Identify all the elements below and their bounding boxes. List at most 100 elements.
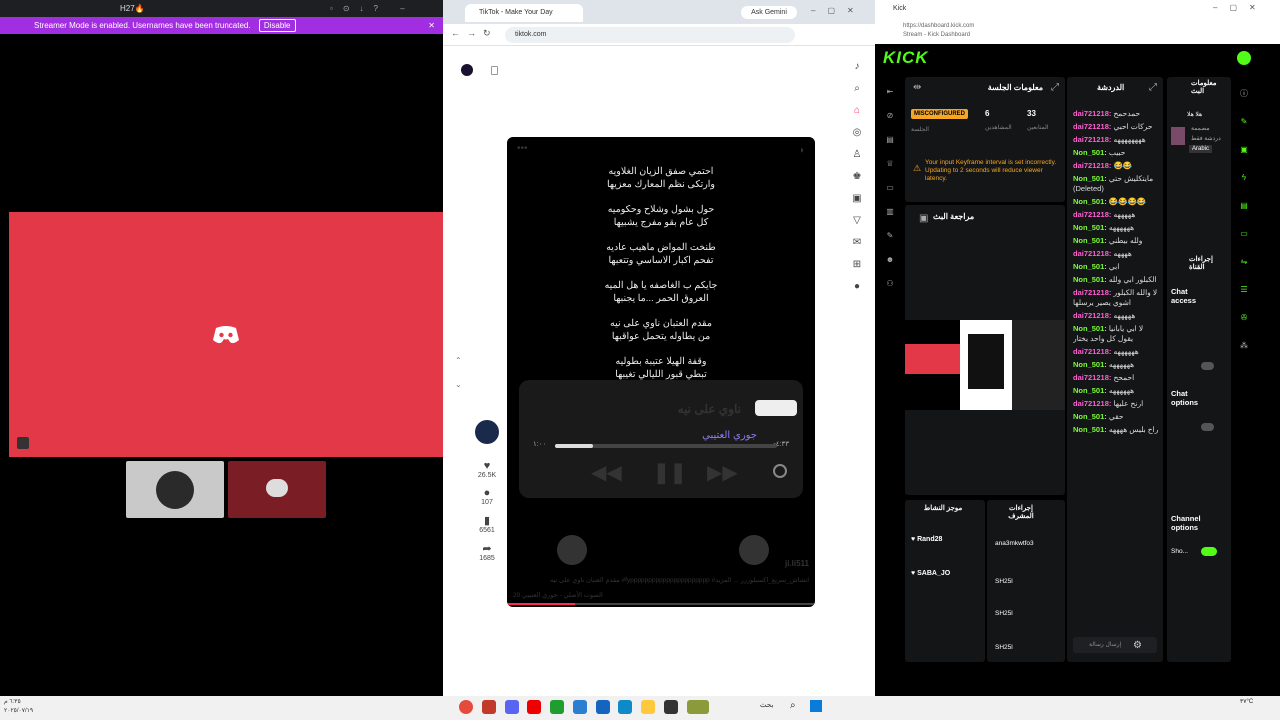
plugin-icon[interactable]: ⁂ (1237, 332, 1251, 360)
folder-icon[interactable] (641, 700, 656, 714)
screen-share-video[interactable] (9, 212, 443, 457)
doc-icon[interactable]: ▤ (1237, 192, 1251, 220)
chat-username[interactable]: Non_501: (1073, 236, 1107, 245)
more-options-icon[interactable]: ••• (517, 143, 528, 154)
app-icon[interactable] (481, 700, 496, 714)
device-icon[interactable] (491, 66, 498, 75)
messages-icon[interactable]: ✉ (849, 232, 865, 254)
chat-username[interactable]: Non_501: (1073, 197, 1107, 206)
avatar[interactable] (461, 64, 473, 76)
users-icon[interactable]: ☻ (884, 248, 896, 272)
profile-avatar[interactable] (1237, 51, 1251, 65)
expand-icon[interactable]: ⤢ (1051, 82, 1059, 93)
filter-icon[interactable]: ▽ (849, 210, 865, 232)
youtube-icon[interactable] (527, 700, 542, 714)
home-icon[interactable]: ⌂ (849, 100, 865, 122)
discord-icon[interactable] (504, 700, 519, 714)
profile-icon[interactable]: ● (849, 276, 865, 298)
rewind-button[interactable]: ◀◀ (591, 460, 622, 485)
comment-icon[interactable]: ● (473, 487, 501, 499)
popout-icon[interactable] (17, 437, 29, 449)
edge-icon[interactable] (618, 700, 633, 714)
chat-username[interactable]: dai721218: (1073, 373, 1111, 382)
window-controls[interactable]: –▢✕ (1213, 3, 1268, 12)
author-avatar[interactable] (475, 420, 499, 444)
search-icon[interactable]: ⌕ (790, 700, 796, 711)
tool-icon[interactable]: ✎ (884, 224, 896, 248)
prev-video-button[interactable]: ⌃ (455, 356, 462, 365)
chat-username[interactable]: Non_501: (1073, 360, 1107, 369)
window-controls[interactable]: –▢✕ (811, 6, 866, 15)
chat-username[interactable]: dai721218: (1073, 347, 1111, 356)
chat-username[interactable]: Non_501: (1073, 412, 1107, 421)
kick-icon[interactable] (550, 700, 565, 714)
pause-button[interactable]: ❚❚ (653, 460, 687, 485)
live-icon[interactable]: ▣ (849, 188, 865, 210)
tiktok-logo-icon[interactable]: ♪ (849, 56, 865, 78)
chat-username[interactable]: Non_501: (1073, 148, 1107, 157)
link-icon[interactable]: ⊘ (884, 104, 896, 128)
edit-icon[interactable]: ✎ (1237, 108, 1251, 136)
chat-username[interactable]: Non_501: (1073, 174, 1107, 183)
card-icon[interactable]: ▭ (884, 176, 896, 200)
kick-logo[interactable]: KICK (883, 48, 929, 68)
bookmark-icon[interactable]: ▮ (473, 514, 501, 527)
word-icon[interactable] (595, 700, 610, 714)
chat-username[interactable]: dai721218: (1073, 288, 1111, 297)
toggle[interactable] (1201, 423, 1214, 431)
nav-buttons[interactable]: ←→↻ (451, 28, 498, 39)
search-icon[interactable]: ⌕ (849, 78, 865, 100)
chat-username[interactable]: Non_501: (1073, 262, 1107, 271)
chat-username[interactable]: dai721218: (1073, 122, 1111, 131)
chat-username[interactable]: dai721218: (1073, 249, 1111, 258)
chrome-icon[interactable] (459, 700, 473, 714)
participant-tile[interactable] (228, 461, 326, 518)
video-caption[interactable]: مقدم العتبان ناوي على نيه #fyppppppppppp… (513, 576, 809, 584)
list-icon[interactable]: ☰ (1237, 276, 1251, 304)
url-field[interactable]: https://dashboard.kick.com (903, 23, 974, 29)
upload-icon[interactable]: ⊞ (849, 254, 865, 276)
chat-username[interactable]: Non_501: (1073, 324, 1107, 333)
volume-icon[interactable]: ◗ (799, 145, 805, 156)
video-handle[interactable]: ji.li511 (785, 559, 809, 568)
toggle-on[interactable] (1201, 547, 1217, 556)
progress-bar[interactable] (555, 444, 777, 448)
collapse-icon[interactable]: ⇤ (884, 80, 896, 104)
flashlight-button[interactable] (739, 535, 769, 565)
stream-preview[interactable] (905, 320, 1065, 410)
chart-icon[interactable]: ▤ (884, 128, 896, 152)
bolt-icon[interactable]: ϟ (1237, 164, 1251, 192)
sound-label[interactable]: الصوت الأصلي - جوري العتيبي 20 (513, 591, 809, 599)
share-icon[interactable]: ➦ (473, 542, 501, 555)
bot-icon[interactable]: ⚇ (884, 272, 896, 296)
settings-icon[interactable]: ⚙ (1133, 640, 1142, 651)
chat-input[interactable]: إرسال رسالة (1073, 637, 1157, 653)
url-field[interactable]: tiktok.com (505, 27, 795, 43)
chat-username[interactable]: dai721218: (1073, 399, 1111, 408)
chat-username[interactable]: dai721218: (1073, 161, 1111, 170)
chat-username[interactable]: Non_501: (1073, 386, 1107, 395)
toggle[interactable] (1201, 362, 1214, 370)
chat-username[interactable]: Non_501: (1073, 223, 1107, 232)
weather-widget[interactable] (686, 700, 709, 714)
video-progress[interactable] (507, 603, 815, 605)
close-icon[interactable]: ✕ (428, 17, 435, 34)
like-icon[interactable]: ♥ (473, 460, 501, 472)
wrench-icon[interactable]: ✇ (1237, 304, 1251, 332)
windows-start-icon[interactable] (810, 700, 822, 712)
ask-gemini-button[interactable]: Ask Gemini (741, 6, 797, 19)
camera-button[interactable] (557, 535, 587, 565)
friends-icon[interactable]: ♚ (849, 166, 865, 188)
airplay-icon[interactable] (773, 464, 787, 478)
chat-username[interactable]: dai721218: (1073, 109, 1111, 118)
info-icon[interactable]: ⓘ (1237, 80, 1251, 108)
chat-username[interactable]: dai721218: (1073, 311, 1111, 320)
drag-icon[interactable]: ⇹ (913, 82, 921, 93)
chat-username[interactable]: dai721218: (1073, 135, 1111, 144)
tab-tiktok[interactable]: TikTok - Make Your Day (465, 4, 583, 22)
search-label[interactable]: بحث (760, 701, 773, 709)
video-player[interactable]: ••• ◗ احتمي صفق الزيان الغلاويه وارتكى نظ… (507, 137, 815, 607)
clock[interactable]: ٦:٣٥ م ٢٠٢٥/٠٧/١٩ (4, 698, 33, 716)
trophy-icon[interactable]: ♕ (884, 152, 896, 176)
explore-icon[interactable]: ◎ (849, 122, 865, 144)
